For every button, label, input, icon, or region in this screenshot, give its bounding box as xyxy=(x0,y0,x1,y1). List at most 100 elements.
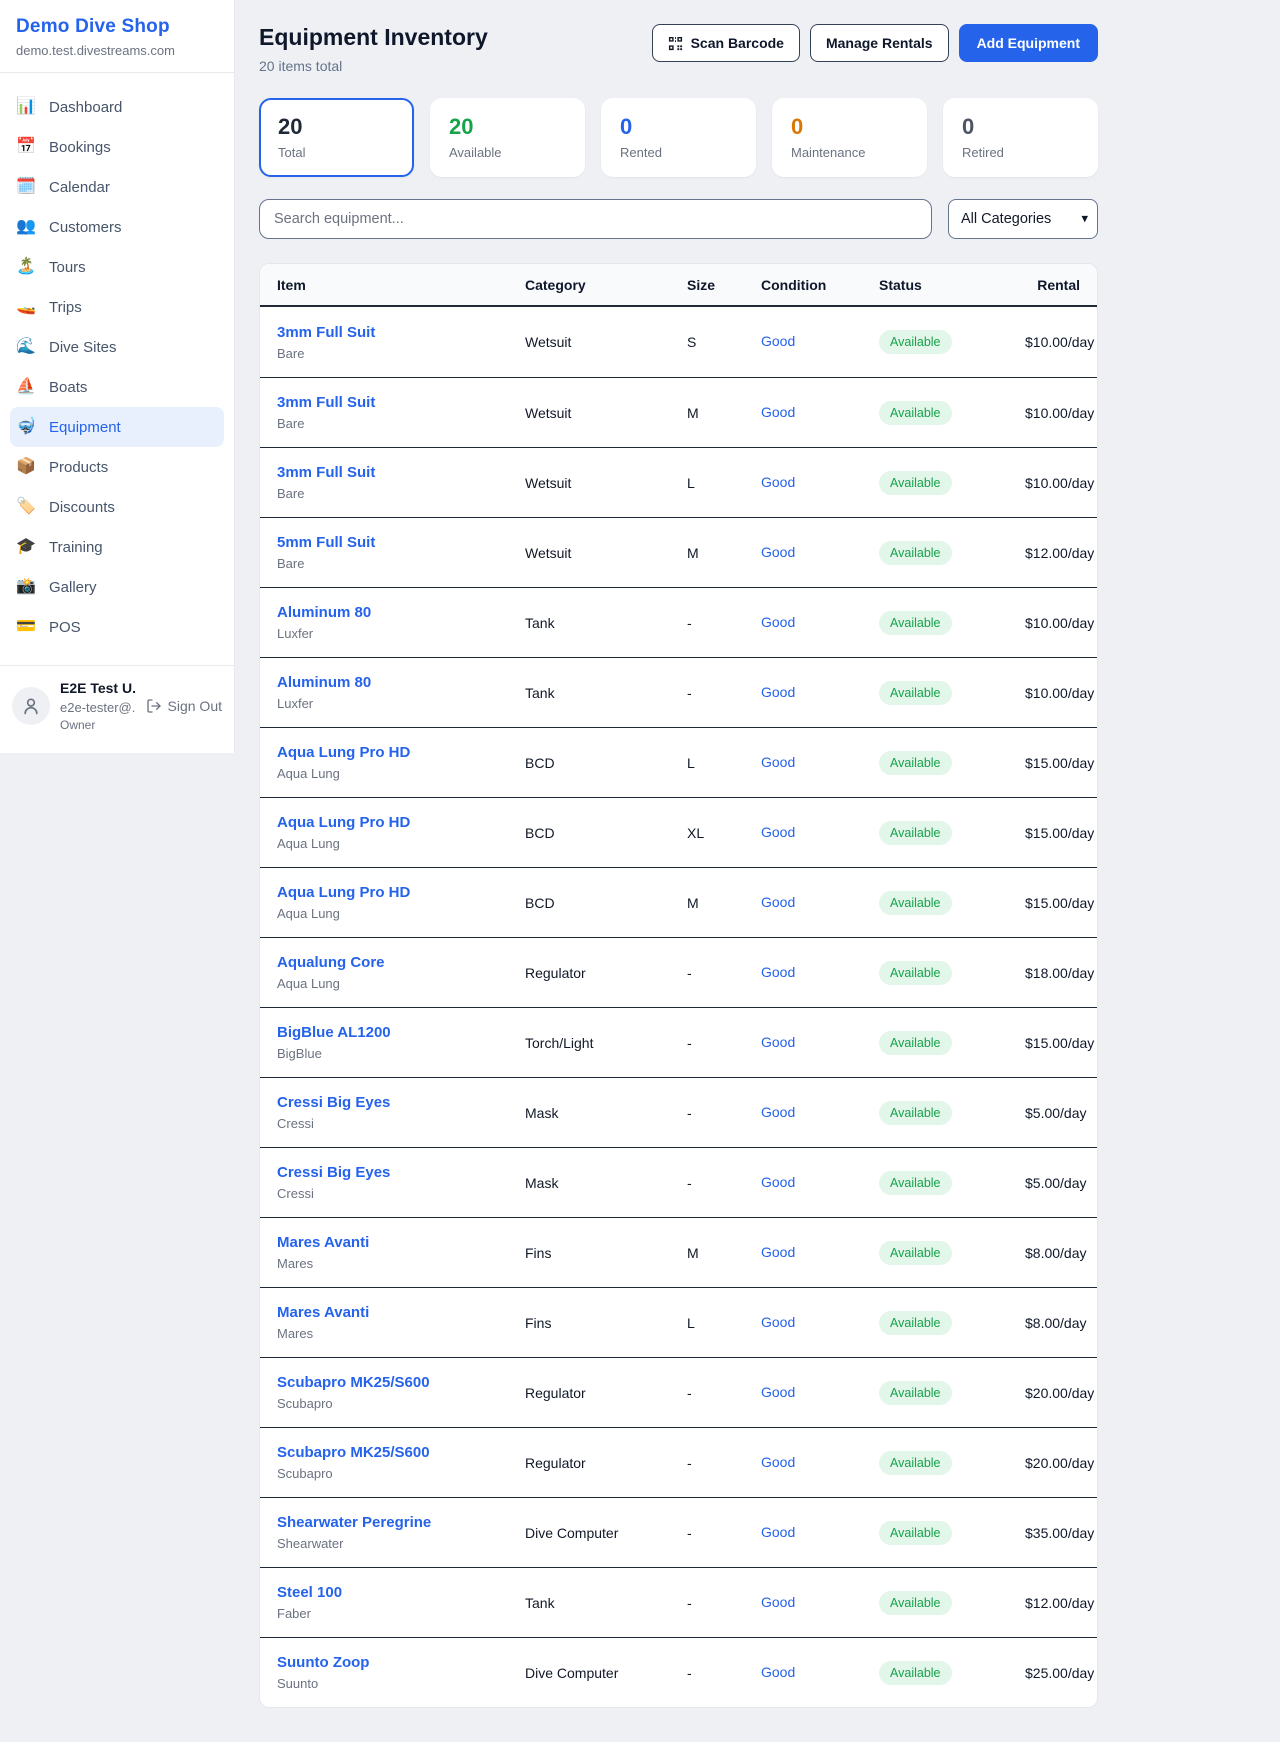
item-cell: Mares Avanti Mares xyxy=(277,1234,525,1271)
item-name-link[interactable]: Aqua Lung Pro HD xyxy=(277,884,410,901)
item-name-link[interactable]: Shearwater Peregrine xyxy=(277,1514,431,1531)
stat-card-maintenance[interactable]: 0 Maintenance xyxy=(772,98,927,177)
barcode-icon xyxy=(668,36,683,51)
scan-barcode-button[interactable]: Scan Barcode xyxy=(652,24,800,62)
manage-rentals-button[interactable]: Manage Rentals xyxy=(810,24,949,62)
item-name-link[interactable]: 5mm Full Suit xyxy=(277,534,375,551)
sidebar-item-products[interactable]: 📦 Products xyxy=(0,447,234,487)
sidebar-item-calendar[interactable]: 🗓️ Calendar xyxy=(0,167,234,207)
item-name-link[interactable]: Aqua Lung Pro HD xyxy=(277,814,410,831)
item-size: M xyxy=(687,895,761,911)
search-input[interactable] xyxy=(259,199,932,239)
item-cell: Suunto Zoop Suunto xyxy=(277,1654,525,1691)
item-name-link[interactable]: Mares Avanti xyxy=(277,1234,369,1251)
condition-link[interactable]: Good xyxy=(761,404,795,420)
condition-link[interactable]: Good xyxy=(761,1104,795,1120)
condition-link[interactable]: Good xyxy=(761,1384,795,1400)
item-name-link[interactable]: Aluminum 80 xyxy=(277,674,371,691)
user-name: E2E Test U... xyxy=(60,680,136,698)
sidebar-item-pos[interactable]: 💳 POS xyxy=(0,607,234,647)
status-badge: Available xyxy=(879,891,952,915)
condition-link[interactable]: Good xyxy=(761,1664,795,1680)
item-name-link[interactable]: Aqua Lung Pro HD xyxy=(277,744,410,761)
condition-cell: Good xyxy=(761,1174,879,1192)
status-badge: Available xyxy=(879,751,952,775)
user-email: e2e-tester@... xyxy=(60,700,136,716)
item-name-link[interactable]: Aluminum 80 xyxy=(277,604,371,621)
condition-link[interactable]: Good xyxy=(761,544,795,560)
item-category: Regulator xyxy=(525,1455,687,1471)
item-name-link[interactable]: Cressi Big Eyes xyxy=(277,1164,390,1181)
condition-link[interactable]: Good xyxy=(761,1244,795,1260)
item-category: Torch/Light xyxy=(525,1035,687,1051)
item-name-link[interactable]: Scubapro MK25/S600 xyxy=(277,1444,430,1461)
column-header-condition: Condition xyxy=(761,277,879,293)
table-row: Mares Avanti Mares Fins M Good Available… xyxy=(260,1217,1097,1287)
status-cell: Available xyxy=(879,891,1025,915)
condition-link[interactable]: Good xyxy=(761,964,795,980)
sidebar-item-training[interactable]: 🎓 Training xyxy=(0,527,234,567)
sidebar-item-dashboard[interactable]: 📊 Dashboard xyxy=(0,87,234,127)
item-name-link[interactable]: Aqualung Core xyxy=(277,954,385,971)
condition-link[interactable]: Good xyxy=(761,754,795,770)
status-badge: Available xyxy=(879,1521,952,1545)
sidebar-item-tours[interactable]: 🏝️ Tours xyxy=(0,247,234,287)
sidebar-item-gallery[interactable]: 📸 Gallery xyxy=(0,567,234,607)
sidebar-item-boats[interactable]: ⛵ Boats xyxy=(0,367,234,407)
condition-link[interactable]: Good xyxy=(761,1314,795,1330)
item-size: - xyxy=(687,1595,761,1611)
condition-link[interactable]: Good xyxy=(761,614,795,630)
status-badge: Available xyxy=(879,1171,952,1195)
rental-price: $35.00/day xyxy=(1025,1525,1094,1541)
stat-card-available[interactable]: 20 Available xyxy=(430,98,585,177)
sidebar-item-equipment[interactable]: 🤿 Equipment xyxy=(10,407,224,447)
sidebar-item-discounts[interactable]: 🏷️ Discounts xyxy=(0,487,234,527)
sidebar-item-bookings[interactable]: 📅 Bookings xyxy=(0,127,234,167)
sidebar-item-dive-sites[interactable]: 🌊 Dive Sites xyxy=(0,327,234,367)
status-badge: Available xyxy=(879,541,952,565)
bookings-icon: 📅 xyxy=(16,139,36,155)
condition-link[interactable]: Good xyxy=(761,1594,795,1610)
scan-barcode-label: Scan Barcode xyxy=(691,35,784,51)
condition-link[interactable]: Good xyxy=(761,1034,795,1050)
status-cell: Available xyxy=(879,401,1025,425)
condition-link[interactable]: Good xyxy=(761,333,795,349)
sign-out-button[interactable]: Sign Out xyxy=(146,698,222,714)
item-cell: 3mm Full Suit Bare xyxy=(277,394,525,431)
stat-card-retired[interactable]: 0 Retired xyxy=(943,98,1098,177)
condition-link[interactable]: Good xyxy=(761,1174,795,1190)
status-badge: Available xyxy=(879,1311,952,1335)
item-size: M xyxy=(687,405,761,421)
item-name-link[interactable]: Steel 100 xyxy=(277,1584,342,1601)
item-name-link[interactable]: BigBlue AL1200 xyxy=(277,1024,391,1041)
status-cell: Available xyxy=(879,751,1025,775)
condition-link[interactable]: Good xyxy=(761,684,795,700)
item-name-link[interactable]: Cressi Big Eyes xyxy=(277,1094,390,1111)
page-header: Equipment Inventory 20 items total Scan … xyxy=(259,24,1098,74)
condition-link[interactable]: Good xyxy=(761,474,795,490)
add-equipment-button[interactable]: Add Equipment xyxy=(959,24,1098,62)
table-row: Shearwater Peregrine Shearwater Dive Com… xyxy=(260,1497,1097,1567)
sidebar-item-label: Trips xyxy=(49,299,82,316)
condition-link[interactable]: Good xyxy=(761,1454,795,1470)
condition-link[interactable]: Good xyxy=(761,894,795,910)
sidebar-item-customers[interactable]: 👥 Customers xyxy=(0,207,234,247)
status-badge: Available xyxy=(879,961,952,985)
sidebar-item-trips[interactable]: 🚤 Trips xyxy=(0,287,234,327)
item-name-link[interactable]: 3mm Full Suit xyxy=(277,394,375,411)
stat-card-total[interactable]: 20 Total xyxy=(259,98,414,177)
item-name-link[interactable]: Scubapro MK25/S600 xyxy=(277,1374,430,1391)
item-category: Mask xyxy=(525,1175,687,1191)
item-cell: BigBlue AL1200 BigBlue xyxy=(277,1024,525,1061)
item-name-link[interactable]: 3mm Full Suit xyxy=(277,324,375,341)
item-name-link[interactable]: Suunto Zoop xyxy=(277,1654,369,1671)
stat-card-rented[interactable]: 0 Rented xyxy=(601,98,756,177)
status-cell: Available xyxy=(879,541,1025,565)
category-select[interactable]: All Categories xyxy=(948,199,1098,239)
item-name-link[interactable]: 3mm Full Suit xyxy=(277,464,375,481)
item-name-link[interactable]: Mares Avanti xyxy=(277,1304,369,1321)
condition-link[interactable]: Good xyxy=(761,824,795,840)
rental-price: $8.00/day xyxy=(1025,1245,1087,1261)
condition-link[interactable]: Good xyxy=(761,1524,795,1540)
brand-title[interactable]: Demo Dive Shop xyxy=(16,16,218,38)
